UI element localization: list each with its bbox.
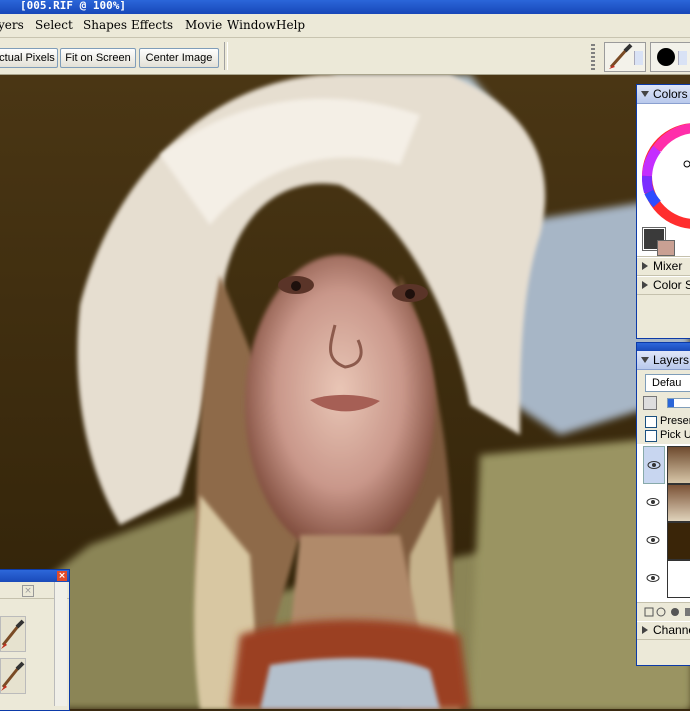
toolbar-grip[interactable] [591, 44, 595, 70]
dab-dot-icon [657, 48, 675, 66]
layer-visibility-toggle[interactable] [643, 446, 665, 484]
colors-panel-header[interactable]: Colors [637, 85, 690, 104]
close-icon[interactable]: × [22, 585, 34, 597]
layer-thumbnail-portrait-2[interactable] [667, 484, 690, 522]
layer-visibility-toggle[interactable] [643, 560, 663, 596]
additional-color-swatch[interactable] [657, 240, 675, 256]
layer-thumbnail-white[interactable] [667, 560, 690, 598]
opacity-slider-thumb[interactable] [668, 399, 674, 407]
colors-panel: Colors Mixer Color S [636, 84, 690, 339]
layer-list [637, 444, 690, 602]
toolbar-separator [224, 42, 228, 70]
pick-up-label: Pick Up [660, 429, 690, 441]
painting-image [0, 75, 690, 709]
layer-opacity-icon [643, 396, 657, 410]
menu-effects[interactable]: Effects [131, 18, 173, 32]
brush-variant-1[interactable] [0, 616, 26, 652]
menu-window[interactable]: Window [227, 18, 276, 32]
preserve-row: Preser [637, 414, 690, 428]
mixer-row[interactable]: Mixer [637, 257, 690, 276]
layers-panel-titlebar[interactable] [637, 343, 690, 351]
menu-help[interactable]: Help [276, 18, 305, 32]
brush-variant-palette: × × [0, 569, 70, 711]
expand-triangle-icon [642, 262, 648, 271]
center-image-button[interactable]: Center Image [139, 48, 219, 68]
toolbar: ctual Pixels Fit on Screen Center Image [0, 38, 690, 75]
actual-pixels-button[interactable]: ctual Pixels [0, 48, 58, 68]
mixer-label: Mixer [653, 259, 683, 273]
preserve-checkbox[interactable] [645, 416, 657, 428]
brush-palette-titlebar[interactable]: × [0, 570, 69, 582]
menu-shapes[interactable]: Shapes [83, 18, 127, 32]
channels-label: Channe [653, 623, 690, 637]
window-title: [005.RIF @ 100%] [20, 0, 126, 12]
opacity-slider[interactable] [667, 398, 690, 408]
chevron-down-icon[interactable] [678, 51, 687, 65]
expand-triangle-icon [642, 626, 648, 635]
close-icon[interactable]: × [57, 571, 67, 581]
color-wheel-area[interactable] [637, 104, 690, 257]
channels-row[interactable]: Channe [637, 621, 690, 640]
collapse-triangle-icon[interactable] [641, 91, 649, 98]
menu-layers[interactable]: yers [0, 18, 24, 32]
pick-up-checkbox[interactable] [645, 430, 657, 442]
fit-on-screen-button[interactable]: Fit on Screen [60, 48, 136, 68]
color-sets-label: Color S [653, 278, 690, 292]
document-canvas[interactable] [0, 75, 690, 709]
pick-up-row: Pick Up [637, 428, 690, 442]
colors-panel-title: Colors [653, 87, 688, 101]
layer-visibility-toggle[interactable] [643, 484, 663, 520]
eye-icon [646, 536, 660, 544]
dab-shape-button[interactable] [650, 42, 690, 72]
brush-selector-button[interactable] [604, 42, 646, 72]
brush-palette-header: × [0, 582, 69, 706]
layers-panel-title: Layers [653, 353, 690, 367]
opacity-row [637, 392, 690, 414]
layer-commands-icon[interactable] [637, 603, 690, 621]
brush-palette-scrollbar[interactable] [54, 582, 67, 706]
composite-method-select[interactable]: Defau [645, 374, 690, 392]
menu-select[interactable]: Select [35, 18, 73, 32]
layer-thumbnail-dark[interactable] [667, 522, 690, 560]
layers-panel: Layers Defau Preser Pick Up [636, 342, 690, 666]
brush-icon [609, 43, 633, 69]
brush-icon [1, 661, 25, 691]
menu-bar: yers Select Shapes Effects Movie Window … [0, 14, 690, 38]
brush-icon [1, 619, 25, 649]
layers-panel-header[interactable]: Layers [637, 351, 690, 370]
layer-commands-row [637, 602, 690, 621]
layer-thumbnail-portrait-1[interactable] [667, 446, 690, 484]
menu-movie[interactable]: Movie [185, 18, 222, 32]
expand-triangle-icon [642, 281, 648, 290]
title-bar: [005.RIF @ 100%] [0, 0, 690, 14]
eye-icon [646, 498, 660, 506]
eye-icon [646, 574, 660, 582]
preserve-label: Preser [660, 415, 690, 427]
eye-icon [647, 461, 661, 469]
chevron-down-icon[interactable] [634, 51, 643, 65]
color-sets-row[interactable]: Color S [637, 276, 690, 295]
layer-visibility-toggle[interactable] [643, 522, 663, 558]
brush-variant-2[interactable] [0, 658, 26, 694]
collapse-triangle-icon[interactable] [641, 357, 649, 364]
